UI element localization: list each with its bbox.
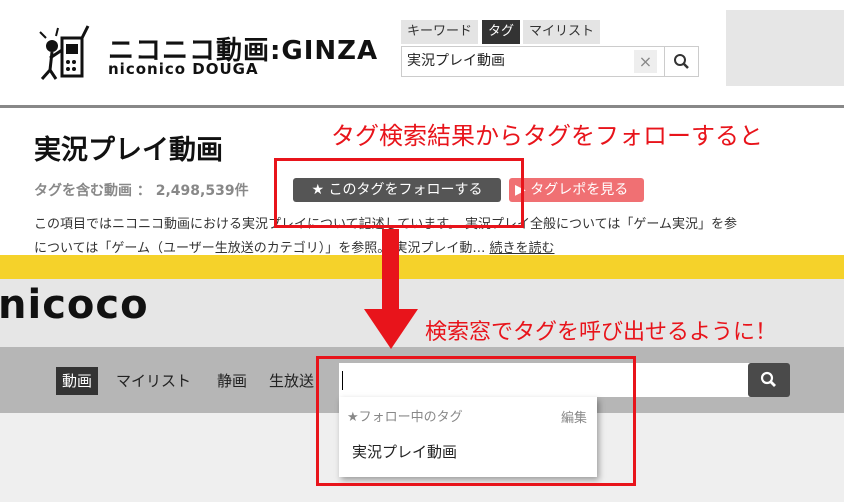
tab-mylist[interactable]: マイリスト bbox=[523, 20, 601, 44]
annotation-bottom: 検索窓でタグを呼び出せるように！ bbox=[425, 320, 778, 345]
nav-item-video[interactable]: 動画 bbox=[56, 367, 99, 395]
arrow-down-icon bbox=[382, 229, 399, 311]
tag-description-text: については「ゲーム（ユーザー生放送のカテゴリ）」を参照。 実況プレイ動… bbox=[34, 241, 486, 256]
search-input[interactable]: 実況プレイ動画 × bbox=[401, 46, 699, 77]
nav-item-live[interactable]: 生放送 bbox=[263, 367, 320, 395]
read-more-link[interactable]: 続きを読む bbox=[489, 241, 554, 256]
highlight-box-follow bbox=[274, 158, 524, 228]
tab-tag[interactable]: タグ bbox=[482, 20, 521, 44]
search-value[interactable]: 実況プレイ動画 bbox=[407, 47, 505, 76]
search-icon[interactable] bbox=[748, 363, 790, 397]
highlight-box-search bbox=[316, 356, 636, 486]
tag-video-count: タグを含む動画 ： 2,498,539件 bbox=[34, 183, 249, 199]
tag-description-line: については「ゲーム（ユーザー生放送のカテゴリ）」を参照。 実況プレイ動… 続きを… bbox=[34, 237, 555, 256]
header-divider bbox=[0, 105, 844, 108]
arrow-head-icon bbox=[364, 309, 418, 349]
page-title: 実況プレイ動画 bbox=[34, 135, 223, 166]
annotation-top: タグ検索結果からタグをフォローすると bbox=[331, 122, 763, 150]
nav-item-mylist[interactable]: マイリスト bbox=[110, 367, 197, 395]
header-ad-area bbox=[726, 10, 844, 86]
niconico-mascot-icon bbox=[39, 25, 90, 80]
tag-repo-button[interactable]: ▶ タグレポを見る bbox=[509, 178, 644, 202]
brand-stripe bbox=[0, 255, 844, 279]
niconico-logo[interactable]: nicoco bbox=[0, 282, 149, 328]
search-icon[interactable] bbox=[664, 47, 699, 76]
site-logo-sub: niconico DOUGA bbox=[108, 60, 259, 78]
tab-keyword[interactable]: キーワード bbox=[401, 20, 479, 44]
nav-item-seiga[interactable]: 静画 bbox=[211, 367, 253, 395]
clear-icon[interactable]: × bbox=[634, 50, 657, 73]
